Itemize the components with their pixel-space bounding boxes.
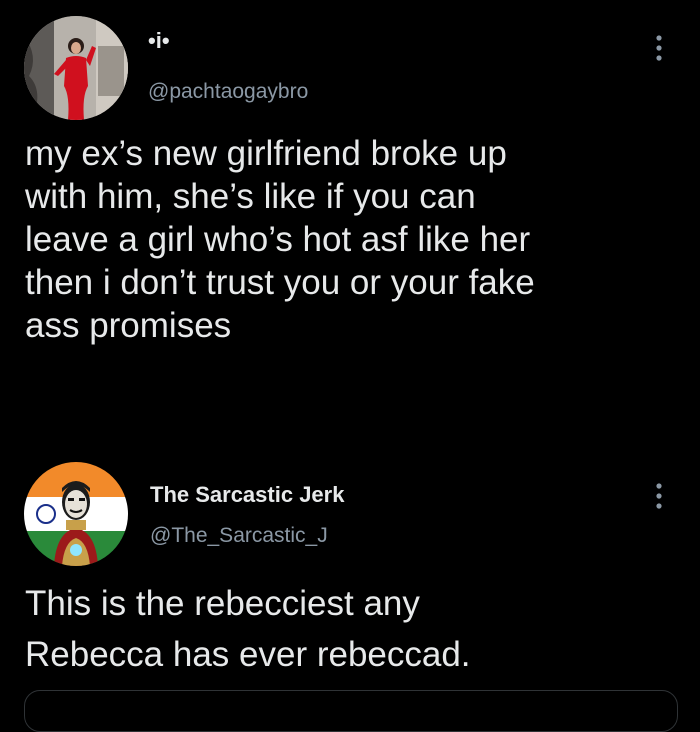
more-vertical-icon (656, 483, 662, 509)
display-name[interactable]: •i• (148, 28, 170, 54)
user-handle[interactable]: @pachtaogaybro (148, 80, 308, 104)
tweet-text-line: leave a girl who’s hot asf like her (25, 220, 531, 259)
iron-man-indian-flag-avatar-icon (24, 462, 128, 566)
user-avatar[interactable] (24, 462, 128, 566)
tweet-text-line: my ex’s new girlfriend broke up (25, 134, 507, 173)
user-handle[interactable]: @The_Sarcastic_J (150, 524, 328, 548)
tweet-text-line: then i don’t trust you or your fake (25, 263, 535, 302)
woman-in-red-dress-avatar-icon (24, 16, 128, 120)
tweet[interactable]: •i• @pachtaogaybro my ex’s new girlfrien… (0, 0, 700, 440)
tweet-text-line: ass promises (25, 306, 232, 345)
tweet-text-line: This is the rebecciest any (25, 584, 420, 623)
tweet-text-line: Rebecca has ever rebeccad. (25, 635, 471, 674)
more-vertical-icon (656, 35, 662, 61)
tweet-text: my ex’s new girlfriend broke up with him… (25, 132, 685, 347)
more-options-button[interactable] (652, 30, 666, 66)
tweet[interactable]: The Sarcastic Jerk @The_Sarcastic_J This… (0, 440, 700, 700)
more-options-button[interactable] (652, 478, 666, 514)
quoted-content-card[interactable] (24, 690, 678, 732)
display-name[interactable]: The Sarcastic Jerk (150, 482, 344, 508)
user-avatar[interactable] (24, 16, 128, 120)
tweet-text-line: with him, she’s like if you can (25, 177, 476, 216)
tweet-text: This is the rebecciest any Rebecca has e… (25, 578, 685, 680)
